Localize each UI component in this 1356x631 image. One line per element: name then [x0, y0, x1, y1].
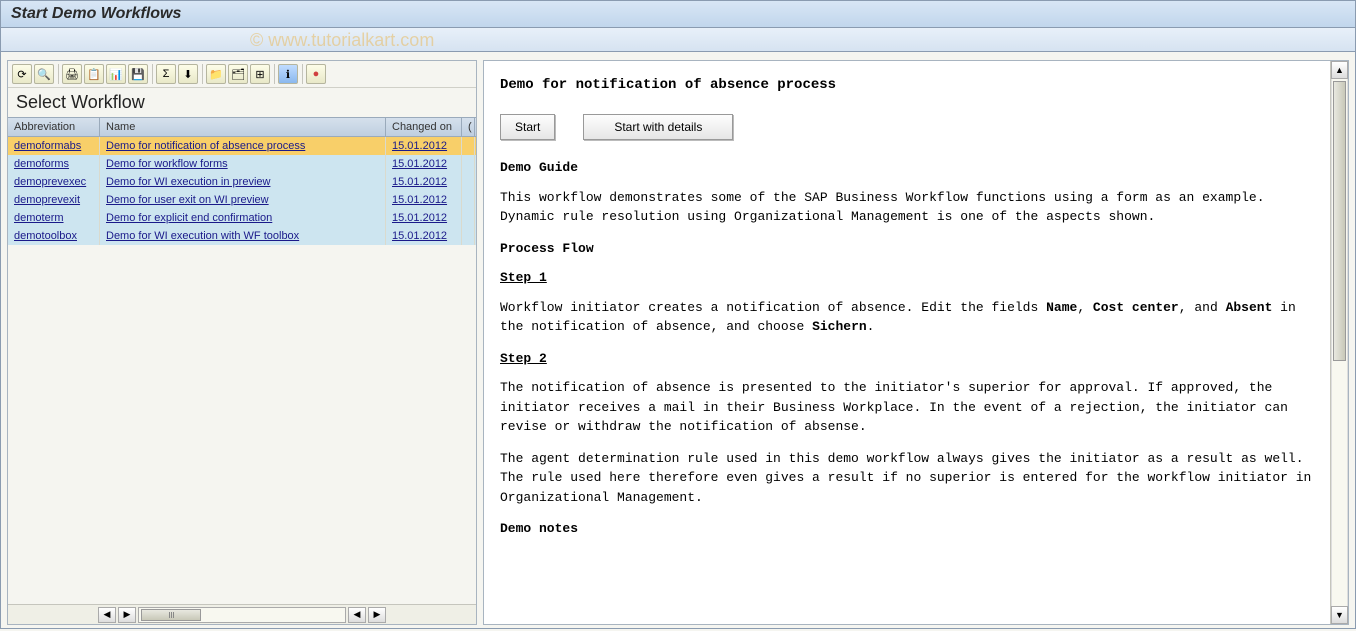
table-row[interactable]: demoprevexit Demo for user exit on WI pre… [8, 191, 476, 209]
scroll-track[interactable] [138, 607, 346, 623]
t: . [867, 319, 875, 334]
abbr-link[interactable]: demotoolbox [14, 230, 77, 242]
scroll-down-icon[interactable]: ▼ [1331, 606, 1348, 624]
pane-heading: Select Workflow [8, 88, 476, 117]
vertical-scrollbar[interactable]: ▲ ▼ [1330, 61, 1348, 624]
abbr-link[interactable]: demoprevexit [14, 194, 80, 206]
t: , [1077, 300, 1093, 315]
toolbar-export-icon[interactable]: 📋 [84, 64, 104, 84]
scroll-up-icon[interactable]: ▲ [1331, 61, 1348, 79]
demo-guide-text: This workflow demonstrates some of the S… [500, 188, 1326, 227]
toolbar-layout1-icon[interactable]: 📁 [206, 64, 226, 84]
workflow-grid: Abbreviation Name Changed on ( demoforma… [8, 117, 476, 604]
extra-cell [462, 209, 475, 227]
toolbar-info-icon[interactable]: ℹ [278, 64, 298, 84]
table-row[interactable]: demoformabs Demo for notification of abse… [8, 137, 476, 155]
table-row[interactable]: demoforms Demo for workflow forms 15.01.20… [8, 155, 476, 173]
step1-heading: Step 1 [500, 268, 1326, 288]
demo-notes-heading: Demo notes [500, 519, 1326, 539]
grid-body: demoformabs Demo for notification of abse… [8, 137, 476, 604]
window-title: Start Demo Workflows [11, 5, 181, 22]
table-row[interactable]: demoprevexec Demo for WI execution in pre… [8, 173, 476, 191]
grid-header: Abbreviation Name Changed on ( [8, 117, 476, 137]
scroll-thumb[interactable] [141, 609, 201, 621]
scroll-left2-icon[interactable]: ◀ [348, 607, 366, 623]
scroll-right-icon[interactable]: ▶ [118, 607, 136, 623]
extra-cell [462, 173, 475, 191]
vscroll-track[interactable] [1331, 79, 1348, 606]
scroll-right2-icon[interactable]: ▶ [368, 607, 386, 623]
detail-panel: Demo for notification of absence process… [484, 61, 1348, 624]
start-with-details-button[interactable]: Start with details [583, 114, 733, 140]
table-row[interactable]: demoterm Demo for explicit end confirmati… [8, 209, 476, 227]
col-extra[interactable]: ( [462, 118, 475, 136]
date-link[interactable]: 15.01.2012 [392, 230, 447, 242]
step1-action-sichern: Sichern [812, 319, 867, 334]
toolbar-save-icon[interactable]: 💾 [128, 64, 148, 84]
name-link[interactable]: Demo for workflow forms [106, 158, 228, 170]
step1-field-name: Name [1046, 300, 1077, 315]
col-changed-on[interactable]: Changed on [386, 118, 462, 136]
extra-cell [462, 191, 475, 209]
toolbar-layout2-icon[interactable]: 🗂 [228, 64, 248, 84]
table-row[interactable]: demotoolbox Demo for WI execution with WF… [8, 227, 476, 245]
process-flow-heading: Process Flow [500, 239, 1326, 259]
name-link[interactable]: Demo for explicit end confirmation [106, 212, 272, 224]
date-link[interactable]: 15.01.2012 [392, 194, 447, 206]
step1-pre: Workflow initiator creates a notificatio… [500, 300, 1046, 315]
name-link[interactable]: Demo for WI execution with WF toolbox [106, 230, 299, 242]
step2-heading: Step 2 [500, 349, 1326, 369]
toolbar-refresh-icon[interactable]: ⟳ [12, 64, 32, 84]
demo-guide-heading: Demo Guide [500, 158, 1326, 178]
abbr-link[interactable]: demoterm [14, 212, 64, 224]
alv-toolbar: ⟳ 🔍 🖨 📋 📊 💾 Σ ⬇ 📁 🗂 ⊞ ℹ ● [8, 61, 476, 88]
toolbar-sum-icon[interactable]: Σ [156, 64, 176, 84]
step1-text: Workflow initiator creates a notificatio… [500, 298, 1326, 337]
right-pane: Demo for notification of absence process… [483, 60, 1349, 625]
step1-field-absent: Absent [1226, 300, 1273, 315]
left-pane: ⟳ 🔍 🖨 📋 📊 💾 Σ ⬇ 📁 🗂 ⊞ ℹ ● [7, 60, 477, 625]
step2-text: The notification of absence is presented… [500, 378, 1326, 437]
app-toolbar-empty [1, 28, 1355, 52]
date-link[interactable]: 15.01.2012 [392, 176, 447, 188]
window-title-bar: Start Demo Workflows [1, 1, 1355, 28]
col-name[interactable]: Name [100, 118, 386, 136]
toolbar-graphic-icon[interactable]: ● [306, 64, 326, 84]
extra-cell [462, 155, 475, 173]
date-link[interactable]: 15.01.2012 [392, 212, 447, 224]
start-button[interactable]: Start [500, 114, 555, 140]
detail-title: Demo for notification of absence process [500, 75, 1326, 96]
vscroll-thumb[interactable] [1333, 81, 1346, 361]
abbr-link[interactable]: demoprevexec [14, 176, 86, 188]
extra-cell [462, 137, 475, 155]
scroll-left-icon[interactable]: ◀ [98, 607, 116, 623]
toolbar-find-icon[interactable]: 🔍 [34, 64, 54, 84]
toolbar-grid-icon[interactable]: ⊞ [250, 64, 270, 84]
t: , and [1179, 300, 1226, 315]
name-link[interactable]: Demo for WI execution in preview [106, 176, 270, 188]
toolbar-excel-icon[interactable]: 📊 [106, 64, 126, 84]
abbr-link[interactable]: demoformabs [14, 140, 81, 152]
date-link[interactable]: 15.01.2012 [392, 158, 447, 170]
agent-rule-text: The agent determination rule used in thi… [500, 449, 1326, 508]
horizontal-scrollbar[interactable]: ◀ ▶ ◀ ▶ [8, 604, 476, 624]
name-link[interactable]: Demo for notification of absence process [106, 140, 305, 152]
step1-field-costcenter: Cost center [1093, 300, 1179, 315]
toolbar-sort-icon[interactable]: ⬇ [178, 64, 198, 84]
extra-cell [462, 227, 475, 245]
date-link[interactable]: 15.01.2012 [392, 140, 447, 152]
name-link[interactable]: Demo for user exit on WI preview [106, 194, 269, 206]
col-abbreviation[interactable]: Abbreviation [8, 118, 100, 136]
abbr-link[interactable]: demoforms [14, 158, 69, 170]
toolbar-print-icon[interactable]: 🖨 [62, 64, 82, 84]
